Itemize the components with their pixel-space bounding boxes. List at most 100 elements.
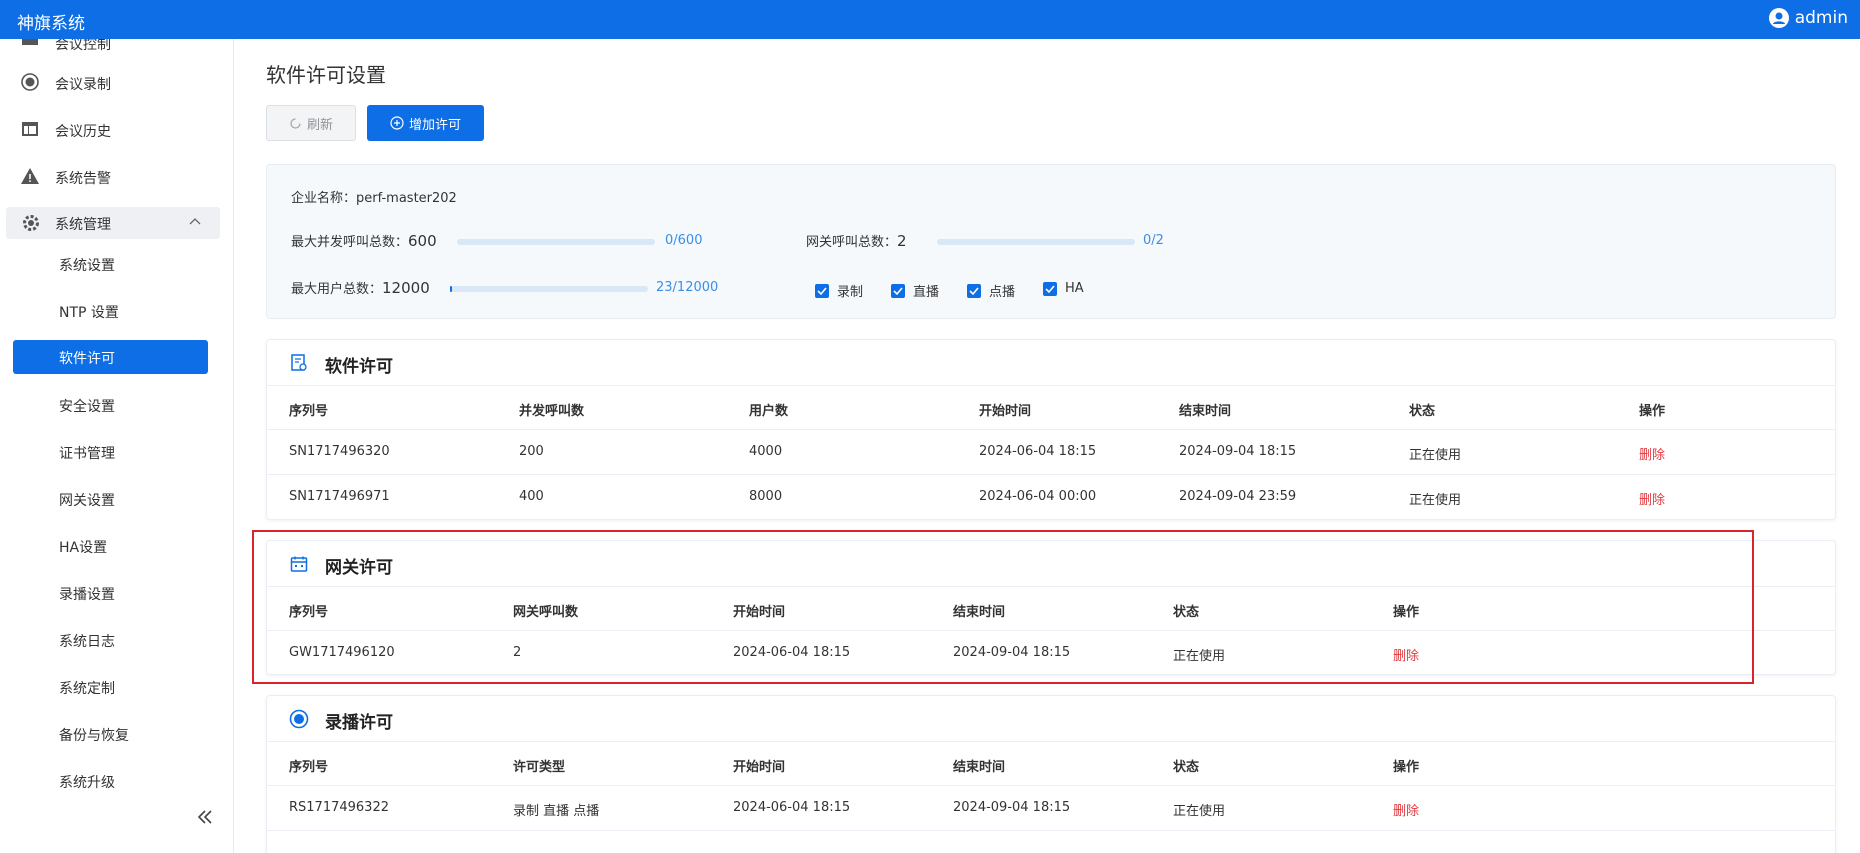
refresh-label: 刷新: [306, 117, 333, 133]
sidebar-sub-security[interactable]: 安全设置: [59, 396, 115, 416]
end-cell: 2024-09-04 23:59: [1179, 489, 1297, 504]
max-users-label: 最大用户总数：: [291, 282, 383, 297]
sidebar-sub-ntp[interactable]: NTP 设置: [59, 302, 119, 322]
column-header: 开始时间: [733, 760, 786, 775]
sidebar-item-meeting-control[interactable]: 会议控制: [0, 39, 233, 63]
column-header: 用户数: [749, 404, 789, 419]
collapse-sidebar-icon[interactable]: [196, 808, 214, 826]
add-license-label: 增加许可: [408, 117, 461, 133]
card-header: 录播许可: [267, 696, 1835, 742]
max-users: 最大用户总数：12000: [291, 278, 430, 297]
card-title: 软件许可: [325, 357, 393, 377]
checkbox-checked-icon: [891, 283, 905, 298]
status-cell: 正在使用: [1173, 649, 1226, 664]
sidebar-sub-recording[interactable]: 录播设置: [59, 584, 115, 604]
record-circle-icon: [289, 709, 309, 729]
delete-link[interactable]: 删除: [1393, 800, 1419, 819]
record-icon: [21, 73, 39, 91]
refresh-icon: [290, 117, 301, 129]
sidebar-sub-upgrade[interactable]: 系统升级: [59, 772, 115, 792]
sidebar-group-system-management[interactable]: 系统管理: [6, 207, 220, 239]
sidebar-sub-system-settings[interactable]: 系统设置: [59, 255, 115, 275]
gateway-progress: [937, 239, 1135, 245]
sidebar-sub-gateway[interactable]: 网关设置: [59, 490, 115, 510]
software-license-card: 软件许可 序列号 并发呼叫数 用户数 开始时间 结束时间 状态 操作 SN171…: [266, 339, 1836, 520]
max-calls-label: 最大并发呼叫总数：: [291, 235, 409, 250]
max-users-progress-fill: [450, 286, 452, 292]
gateway-total: 网关呼叫总数：2: [806, 231, 907, 250]
card-header: 软件许可: [267, 340, 1835, 386]
sidebar-sub-software-license[interactable]: 软件许可: [13, 340, 208, 374]
sidebar-sub-certificate[interactable]: 证书管理: [59, 443, 115, 463]
start-cell: 2024-06-04 00:00: [979, 489, 1097, 504]
sidebar-item-label: 会议录制: [55, 77, 111, 93]
end-cell: 2024-09-04 18:15: [1179, 444, 1297, 459]
company-name: 企业名称：perf-master202: [291, 187, 457, 206]
card-header: 网关许可: [267, 541, 1835, 587]
column-header: 状态: [1409, 404, 1436, 419]
end-cell: 2024-09-04 18:15: [953, 645, 1071, 660]
feature-checkbox-live[interactable]: 直播: [891, 281, 939, 300]
gateway-calls-cell: 2: [513, 645, 522, 660]
column-header: 网关呼叫数: [513, 605, 579, 620]
card-title: 网关许可: [325, 558, 393, 578]
license-summary-panel: 企业名称：perf-master202 最大并发呼叫总数：600 0/600 网…: [266, 164, 1836, 319]
user-menu[interactable]: admin: [1768, 8, 1848, 28]
status-cell: 正在使用: [1409, 448, 1462, 463]
feature-label: 点播: [989, 285, 1016, 300]
sidebar-item-label: 会议历史: [55, 124, 111, 140]
column-header: 序列号: [289, 404, 329, 419]
refresh-button[interactable]: 刷新: [266, 105, 356, 141]
serial-cell: SN1717496320: [289, 444, 390, 459]
add-license-button[interactable]: 增加许可: [367, 105, 484, 141]
status-cell: 正在使用: [1409, 493, 1462, 508]
feature-checkbox-recording[interactable]: 录制: [815, 281, 863, 300]
sidebar-sub-backup[interactable]: 备份与恢复: [59, 725, 129, 745]
feature-label: HA: [1065, 281, 1084, 296]
calendar-icon: [290, 556, 308, 572]
gear-icon: [23, 215, 39, 231]
table-header: 序列号 并发呼叫数 用户数 开始时间 结束时间 状态 操作: [267, 386, 1835, 430]
license-document-icon: [291, 354, 307, 371]
sidebar-sub-label: 软件许可: [59, 351, 115, 367]
sidebar: 会议控制 会议录制 会议历史 系统告警 系统管理 系统设置 NTP 设置 软件许…: [0, 39, 234, 853]
sidebar-sub-system-log[interactable]: 系统日志: [59, 631, 115, 651]
delete-link[interactable]: 删除: [1639, 444, 1665, 463]
license-type-cell: 录制 直播 点播: [513, 804, 600, 819]
column-header: 序列号: [289, 760, 329, 775]
column-header: 状态: [1173, 760, 1200, 775]
user-avatar-icon: [1768, 8, 1789, 28]
end-cell: 2024-09-04 18:15: [953, 800, 1071, 815]
sidebar-item-history[interactable]: 会议历史: [0, 109, 233, 149]
feature-label: 录制: [837, 285, 864, 300]
table-row: GW1717496120 2 2024-06-04 18:15 2024-09-…: [267, 631, 1835, 674]
column-header: 状态: [1173, 605, 1200, 620]
checkbox-checked-icon: [967, 283, 981, 298]
warning-icon: [21, 168, 39, 184]
max-calls: 最大并发呼叫总数：600: [291, 231, 437, 250]
chevron-up-icon[interactable]: [188, 215, 202, 229]
sidebar-item-recording[interactable]: 会议录制: [0, 62, 233, 102]
status-cell: 正在使用: [1173, 804, 1226, 819]
start-cell: 2024-06-04 18:15: [979, 444, 1097, 459]
max-calls-value: 600: [408, 232, 437, 250]
max-users-usage: 23/12000: [656, 280, 719, 295]
delete-link[interactable]: 删除: [1393, 645, 1419, 664]
card-title: 录播许可: [325, 713, 393, 733]
checkbox-checked-icon: [1043, 281, 1057, 296]
delete-link[interactable]: 删除: [1639, 489, 1665, 508]
table-header: 序列号 网关呼叫数 开始时间 结束时间 状态 操作: [267, 587, 1835, 631]
calls-cell: 200: [519, 444, 544, 459]
feature-checkbox-vod[interactable]: 点播: [967, 281, 1015, 300]
max-users-progress: [450, 286, 648, 292]
company-value: perf-master202: [356, 191, 457, 206]
sidebar-item-alarm[interactable]: 系统告警: [0, 156, 233, 196]
sidebar-sub-ha[interactable]: HA设置: [59, 537, 107, 557]
serial-cell: RS1717496322: [289, 800, 389, 815]
recording-license-card: 录播许可 序列号 许可类型 开始时间 结束时间 状态 操作 RS17174963…: [266, 695, 1836, 853]
feature-checkbox-ha[interactable]: HA: [1043, 281, 1084, 296]
checkbox-checked-icon: [815, 283, 829, 298]
sidebar-sub-customize[interactable]: 系统定制: [59, 678, 115, 698]
max-calls-usage: 0/600: [665, 233, 703, 248]
table-row: SN1717496320 200 4000 2024-06-04 18:15 2…: [267, 430, 1835, 475]
